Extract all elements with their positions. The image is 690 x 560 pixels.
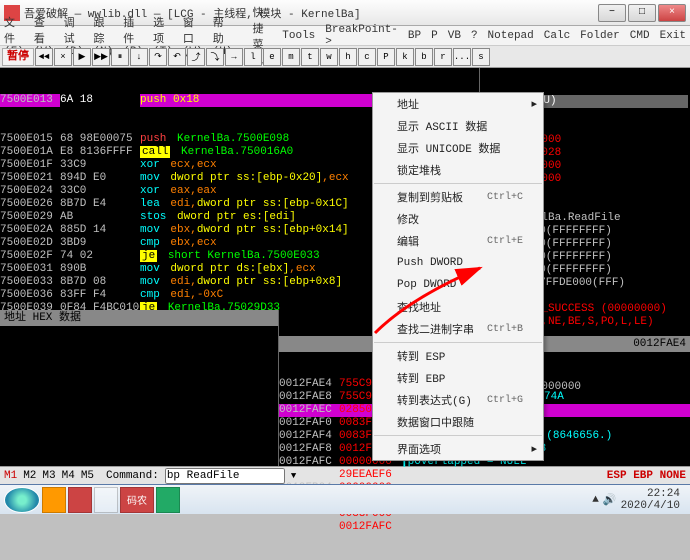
toolbar-button[interactable]: ↶ — [168, 48, 186, 66]
cmd-tab[interactable]: M3 — [42, 470, 55, 482]
cmd-mode[interactable]: ESP — [607, 470, 633, 482]
toolbar-button[interactable]: r — [434, 48, 452, 66]
menu-item[interactable]: BP — [408, 30, 421, 42]
start-button[interactable] — [4, 487, 40, 513]
context-menu-item[interactable]: 查找地址 — [373, 296, 543, 318]
cmd-tab[interactable]: M4 — [62, 470, 75, 482]
disasm-hex: 6A 18 — [60, 94, 140, 107]
context-menu-item[interactable]: Push DWORD — [373, 252, 543, 274]
system-tray[interactable]: ▲ 🔊 22:24 2020/4/10 — [586, 488, 686, 512]
context-menu-item[interactable]: 查找二进制字串Ctrl+B — [373, 318, 543, 340]
toolbar: 暂停◄◄×▶▶▶⏸↓↷↶⤴⤵→lemtwhcPkbr...s — [0, 46, 690, 68]
hex-dump-pane[interactable]: 地址 HEX 数据 — [0, 310, 279, 466]
menu-item[interactable]: Folder — [580, 30, 620, 42]
context-menu-item[interactable]: 转到 ESP — [373, 345, 543, 367]
menu-item[interactable]: VB — [448, 30, 461, 42]
disasm-addr: 7500E013 — [0, 94, 60, 107]
cmd-mode[interactable]: EBP — [633, 470, 659, 482]
menu-item[interactable]: Tools — [282, 30, 315, 42]
tray-icon[interactable]: ▲ — [592, 494, 599, 506]
stack-row[interactable]: 0012FB100012FAFC — [279, 521, 690, 534]
windows-taskbar: 码农 ▲ 🔊 22:24 2020/4/10 — [0, 484, 690, 514]
menu-item[interactable]: Exit — [660, 30, 686, 42]
disasm-op: push 0x18 — [140, 94, 199, 107]
tray-icon[interactable]: 🔊 — [603, 493, 617, 507]
toolbar-button[interactable]: s — [472, 48, 490, 66]
menu-item[interactable]: CMD — [630, 30, 650, 42]
cmd-tab[interactable]: M1 — [4, 470, 17, 482]
toolbar-button[interactable]: h — [339, 48, 357, 66]
menu-item[interactable]: ? — [471, 30, 478, 42]
taskbar-item[interactable] — [94, 487, 118, 513]
command-input[interactable] — [165, 468, 285, 484]
toolbar-button[interactable]: → — [225, 48, 243, 66]
toolbar-button[interactable]: t — [301, 48, 319, 66]
context-menu-item[interactable]: 锁定堆栈 — [373, 159, 543, 181]
menu-item[interactable]: P — [431, 30, 438, 42]
pause-button[interactable]: 暂停 — [2, 48, 34, 66]
context-menu-item[interactable]: 转到表达式(G)Ctrl+G — [373, 389, 543, 411]
context-menu-item[interactable]: 数据窗口中跟随 — [373, 411, 543, 433]
toolbar-button[interactable]: k — [396, 48, 414, 66]
toolbar-button[interactable]: ⤵ — [206, 48, 224, 66]
context-menu: 地址▸显示 ASCII 数据显示 UNICODE 数据锁定堆栈复制到剪贴板Ctr… — [372, 92, 544, 461]
cmd-mode[interactable]: NONE — [660, 470, 686, 482]
context-menu-item[interactable]: 显示 ASCII 数据 — [373, 115, 543, 137]
context-menu-item[interactable]: Pop DWORD — [373, 274, 543, 296]
toolbar-button[interactable]: ◄◄ — [35, 48, 53, 66]
toolbar-button[interactable]: m — [282, 48, 300, 66]
minimize-button[interactable]: − — [598, 4, 626, 22]
toolbar-button[interactable]: e — [263, 48, 281, 66]
toolbar-button[interactable]: b — [415, 48, 433, 66]
toolbar-button[interactable]: ⏸ — [111, 48, 129, 66]
context-menu-item[interactable]: 显示 UNICODE 数据 — [373, 137, 543, 159]
context-menu-item[interactable]: 转到 EBP — [373, 367, 543, 389]
context-menu-item[interactable]: 编辑Ctrl+E — [373, 230, 543, 252]
toolbar-button[interactable]: w — [320, 48, 338, 66]
toolbar-button[interactable]: c — [358, 48, 376, 66]
context-menu-item[interactable]: 修改 — [373, 208, 543, 230]
taskbar-item[interactable] — [42, 487, 66, 513]
taskbar-item[interactable]: 码农 — [120, 487, 154, 513]
hex-header: 地址 HEX 数据 — [0, 310, 278, 326]
toolbar-button[interactable]: ... — [453, 48, 471, 66]
context-menu-item[interactable]: 界面选项▸ — [373, 438, 543, 460]
menu-item[interactable]: Notepad — [488, 30, 534, 42]
toolbar-button[interactable]: ↷ — [149, 48, 167, 66]
taskbar-item[interactable] — [68, 487, 92, 513]
cmd-tab[interactable]: M2 — [23, 470, 36, 482]
toolbar-button[interactable]: × — [54, 48, 72, 66]
toolbar-button[interactable]: P — [377, 48, 395, 66]
toolbar-button[interactable]: l — [244, 48, 262, 66]
command-label: Command: — [106, 470, 159, 482]
context-menu-item[interactable]: 地址▸ — [373, 93, 543, 115]
toolbar-button[interactable]: ↓ — [130, 48, 148, 66]
close-button[interactable]: × — [658, 4, 686, 22]
toolbar-button[interactable]: ▶ — [73, 48, 91, 66]
menu-bar: 文件(F)查看(V)调试(D)跟踪(N)插件(P)选项(T)窗口(W)帮助(H)… — [0, 26, 690, 46]
toolbar-button[interactable]: ▶▶ — [92, 48, 110, 66]
toolbar-button[interactable]: ⤴ — [187, 48, 205, 66]
cmd-tab[interactable]: M5 — [81, 470, 94, 482]
maximize-button[interactable]: □ — [628, 4, 656, 22]
menu-item[interactable]: BreakPoint-> — [325, 24, 398, 48]
menu-item[interactable]: Calc — [544, 30, 570, 42]
clock[interactable]: 22:24 2020/4/10 — [621, 488, 680, 512]
taskbar-item[interactable] — [156, 487, 180, 513]
context-menu-item[interactable]: 复制到剪贴板Ctrl+C — [373, 186, 543, 208]
